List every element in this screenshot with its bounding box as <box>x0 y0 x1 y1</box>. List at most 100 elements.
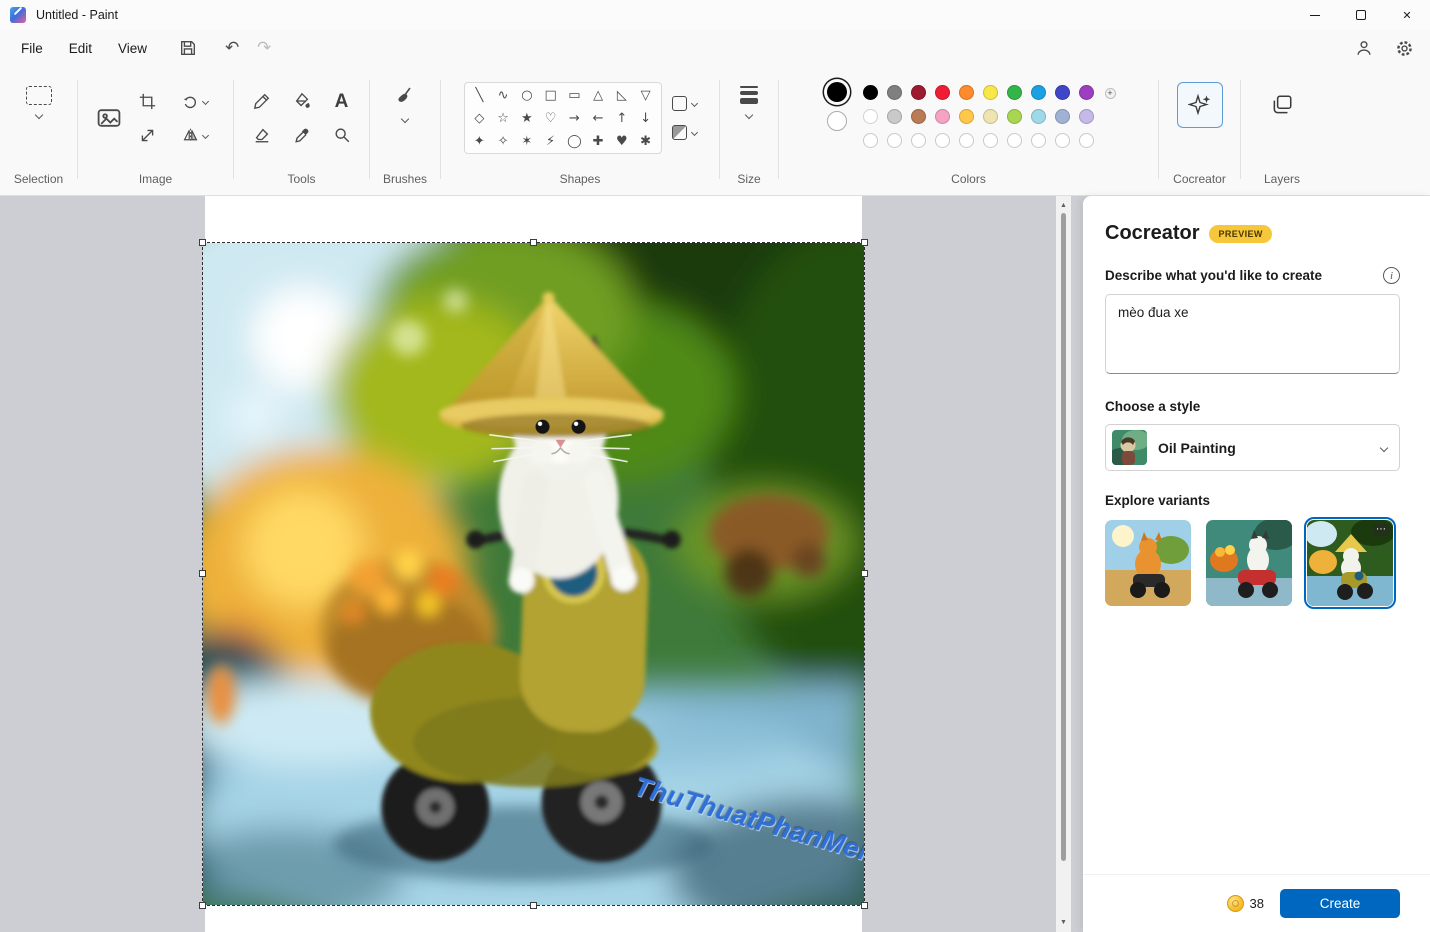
color-swatch[interactable] <box>1079 85 1094 100</box>
selection-handle[interactable] <box>861 239 868 246</box>
resize-button[interactable] <box>139 127 156 144</box>
color-swatch[interactable] <box>1031 85 1046 100</box>
color-swatch[interactable] <box>1031 109 1046 124</box>
shape-item[interactable]: ▽ <box>634 84 658 107</box>
color-swatch[interactable] <box>1079 109 1094 124</box>
selection-handle[interactable] <box>861 570 868 577</box>
size-button[interactable] <box>740 86 758 118</box>
shape-item[interactable]: ⚡ <box>539 130 563 153</box>
selection-handle[interactable] <box>199 902 206 909</box>
shape-item[interactable]: ▭ <box>563 84 587 107</box>
color-swatch[interactable] <box>863 85 878 100</box>
scroll-down-icon[interactable]: ▼ <box>1060 915 1067 932</box>
color-swatch[interactable] <box>935 133 950 148</box>
shape-item[interactable]: → <box>563 107 587 130</box>
maximize-button[interactable] <box>1338 0 1384 30</box>
color-swatch[interactable] <box>959 133 974 148</box>
selection-marquee[interactable]: ThuThuatPhanMem.vn <box>202 242 865 906</box>
shape-item[interactable]: ∿ <box>491 84 515 107</box>
color-swatch[interactable] <box>911 133 926 148</box>
color-swatch[interactable] <box>1007 133 1022 148</box>
text-tool-button[interactable]: A <box>335 92 349 111</box>
pencil-tool-button[interactable] <box>253 92 271 110</box>
undo-button[interactable]: ↶ <box>216 34 248 62</box>
eraser-tool-button[interactable] <box>253 126 271 144</box>
settings-button[interactable] <box>1388 34 1420 62</box>
color-swatch[interactable] <box>1079 133 1094 148</box>
color-swatch[interactable] <box>1007 109 1022 124</box>
shape-item[interactable]: ♡ <box>539 107 563 130</box>
selection-handle[interactable] <box>199 570 206 577</box>
shape-outline-button[interactable] <box>672 96 697 111</box>
color-swatch[interactable] <box>1031 133 1046 148</box>
selection-handle[interactable] <box>861 902 868 909</box>
info-icon[interactable]: i <box>1383 267 1400 284</box>
color-swatch[interactable] <box>983 85 998 100</box>
scroll-up-icon[interactable]: ▲ <box>1060 196 1067 213</box>
brushes-button[interactable] <box>395 86 415 122</box>
shape-item[interactable]: ✧ <box>491 130 515 153</box>
secondary-color-swatch[interactable] <box>827 111 847 131</box>
color-swatch[interactable] <box>1007 85 1022 100</box>
shape-item[interactable]: ✚ <box>586 130 610 153</box>
shape-item[interactable]: ♥ <box>610 130 634 153</box>
shape-item[interactable]: ◇ <box>468 107 492 130</box>
shape-item[interactable]: □ <box>539 84 563 107</box>
menu-edit[interactable]: Edit <box>56 35 105 62</box>
shape-item[interactable]: ✦ <box>468 130 492 153</box>
variant-thumbnail-1[interactable] <box>1105 520 1191 606</box>
drawing-canvas[interactable]: ThuThuatPhanMem.vn <box>205 196 862 932</box>
shape-item[interactable]: ↑ <box>610 107 634 130</box>
magnifier-tool-button[interactable] <box>333 126 351 144</box>
scrollbar-thumb[interactable] <box>1061 213 1066 861</box>
create-button[interactable]: Create <box>1280 889 1400 918</box>
selection-handle[interactable] <box>199 239 206 246</box>
prompt-input[interactable]: mèo đua xe <box>1105 294 1400 374</box>
shape-item[interactable]: ↓ <box>634 107 658 130</box>
color-swatch[interactable] <box>911 85 926 100</box>
artwork-cat-scooter-painting[interactable]: ThuThuatPhanMem.vn <box>203 243 864 905</box>
style-dropdown[interactable]: Oil Painting <box>1105 424 1400 471</box>
rotate-button[interactable] <box>182 93 208 110</box>
layers-button[interactable] <box>1259 82 1305 128</box>
close-button[interactable]: ✕ <box>1384 0 1430 30</box>
crop-button[interactable] <box>139 93 156 110</box>
account-button[interactable] <box>1348 34 1380 62</box>
color-swatch[interactable] <box>887 133 902 148</box>
shape-item[interactable]: ◯ <box>563 130 587 153</box>
variant-thumbnail-3-selected[interactable]: ⋯ <box>1307 520 1393 606</box>
shape-item[interactable]: ☆ <box>491 107 515 130</box>
shape-item[interactable]: △ <box>586 84 610 107</box>
shape-item[interactable]: ○ <box>515 84 539 107</box>
color-swatch[interactable] <box>863 109 878 124</box>
redo-button[interactable]: ↷ <box>248 34 280 62</box>
shape-item[interactable]: ← <box>586 107 610 130</box>
menu-view[interactable]: View <box>105 35 160 62</box>
selection-tool-button[interactable] <box>14 78 64 126</box>
color-swatch[interactable] <box>983 133 998 148</box>
color-swatch[interactable] <box>935 109 950 124</box>
color-swatch[interactable] <box>1055 109 1070 124</box>
color-swatch[interactable] <box>959 85 974 100</box>
color-swatch[interactable] <box>887 109 902 124</box>
variant-thumbnail-2[interactable] <box>1206 520 1292 606</box>
color-swatch[interactable] <box>983 109 998 124</box>
cocreator-button[interactable] <box>1177 82 1223 128</box>
save-button[interactable] <box>172 34 204 62</box>
shape-item[interactable]: ✱ <box>634 130 658 153</box>
shape-item[interactable]: ╲ <box>468 84 492 107</box>
shape-item[interactable]: ★ <box>515 107 539 130</box>
color-swatch[interactable] <box>911 109 926 124</box>
vertical-scrollbar[interactable]: ▲ ▼ <box>1056 196 1071 932</box>
shape-item[interactable]: ✶ <box>515 130 539 153</box>
shape-fill-button[interactable] <box>672 125 697 140</box>
shape-item[interactable]: ◺ <box>610 84 634 107</box>
selection-handle[interactable] <box>530 239 537 246</box>
color-picker-tool-button[interactable] <box>293 126 311 144</box>
color-swatch[interactable] <box>959 109 974 124</box>
color-swatch[interactable] <box>863 133 878 148</box>
menu-file[interactable]: File <box>8 35 56 62</box>
fill-tool-button[interactable] <box>293 92 311 110</box>
color-swatch[interactable] <box>935 85 950 100</box>
color-swatch[interactable] <box>1055 85 1070 100</box>
